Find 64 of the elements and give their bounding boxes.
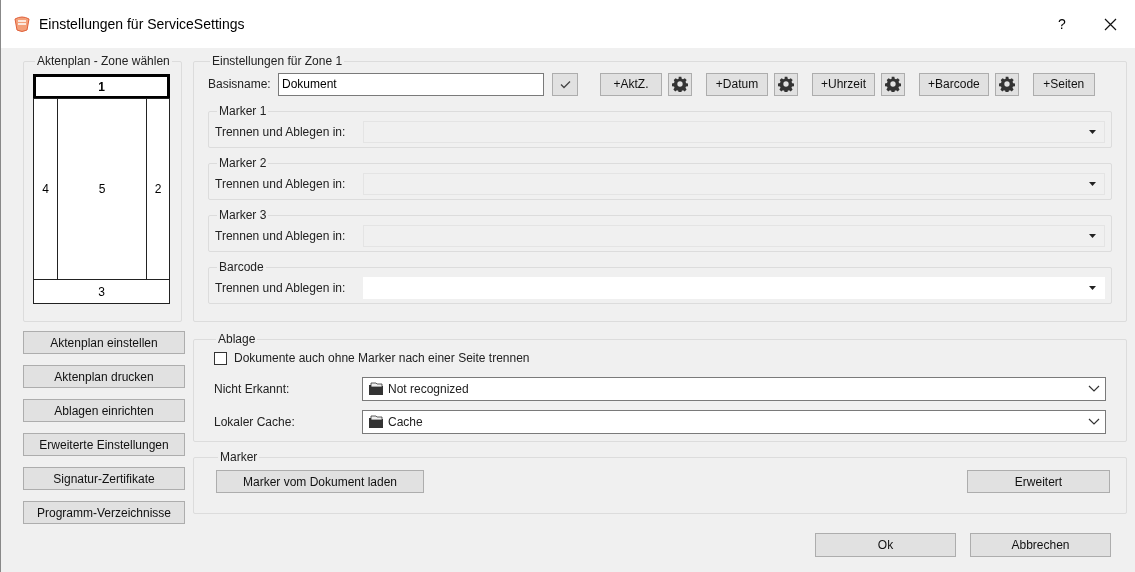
insert-button[interactable]: +Datum bbox=[706, 72, 768, 96]
field-label: Trennen und Ablegen in: bbox=[215, 124, 347, 141]
group-title: Aktenplan - Zone wählen bbox=[36, 53, 171, 70]
zone-cell[interactable]: 4 bbox=[33, 98, 58, 280]
settings-button[interactable] bbox=[774, 72, 798, 96]
group-title: Marker bbox=[219, 449, 259, 466]
caret-down-icon bbox=[1089, 130, 1096, 134]
chevron-down-icon bbox=[1088, 385, 1100, 393]
group-title: Marker 3 bbox=[218, 207, 268, 224]
side-button[interactable]: Ablagen einrichten bbox=[23, 399, 185, 422]
folder-icon bbox=[368, 415, 384, 429]
window-title: Einstellungen für ServiceSettings bbox=[39, 14, 245, 34]
confirm-button[interactable] bbox=[552, 72, 578, 96]
gear-icon bbox=[778, 76, 794, 92]
marker-button[interactable]: Marker vom Dokument laden bbox=[216, 470, 424, 493]
marker-button[interactable]: Erweitert bbox=[967, 470, 1110, 493]
close-icon bbox=[1103, 17, 1117, 31]
caret-down-icon bbox=[1089, 234, 1096, 238]
side-button[interactable]: Programm-Verzeichnisse bbox=[23, 501, 185, 524]
dropdown-value: Cache bbox=[388, 414, 424, 431]
basisname-field[interactable]: Dokument bbox=[278, 72, 544, 96]
zone-cell[interactable]: 2 bbox=[146, 98, 170, 280]
caret-down-icon bbox=[1089, 286, 1096, 290]
checkbox-label: Dokumente auch ohne Marker nach einer Seite trennen bbox=[234, 350, 530, 367]
settings-button[interactable] bbox=[994, 72, 1019, 96]
settings-button[interactable] bbox=[881, 72, 906, 96]
caret-down-icon bbox=[1089, 182, 1096, 186]
gear-icon bbox=[998, 76, 1015, 92]
group-title: Marker 2 bbox=[218, 155, 268, 172]
zone-cell[interactable]: 5 bbox=[57, 98, 147, 280]
side-button[interactable]: Signatur-Zertifikate bbox=[23, 467, 185, 490]
dialog-button[interactable]: Abbrechen bbox=[970, 533, 1111, 557]
insert-button[interactable]: +Barcode bbox=[919, 72, 989, 96]
folder-dropdown[interactable]: Cache bbox=[362, 410, 1106, 434]
gear-icon bbox=[885, 76, 902, 92]
side-button[interactable]: Erweiterte Einstellungen bbox=[23, 433, 185, 456]
side-button[interactable]: Aktenplan einstellen bbox=[23, 331, 185, 354]
check-icon bbox=[559, 79, 571, 89]
gear-icon bbox=[672, 76, 688, 92]
group-title: Barcode bbox=[218, 259, 265, 276]
checkbox[interactable] bbox=[214, 351, 227, 365]
help-button[interactable]: ? bbox=[1047, 13, 1077, 35]
side-button[interactable]: Aktenplan drucken bbox=[23, 365, 185, 388]
dropdown-value: Not recognized bbox=[388, 381, 470, 398]
field-label: Lokaler Cache: bbox=[214, 414, 296, 431]
settings-button[interactable] bbox=[668, 72, 692, 96]
folder-icon bbox=[368, 382, 384, 396]
field-label: Trennen und Ablegen in: bbox=[215, 280, 347, 297]
field-label: Trennen und Ablegen in: bbox=[215, 228, 347, 245]
zone-cell[interactable]: 1 bbox=[33, 74, 170, 99]
group-title: Marker 1 bbox=[218, 103, 268, 120]
insert-button[interactable]: +Uhrzeit bbox=[812, 72, 876, 96]
group-title: Einstellungen für Zone 1 bbox=[211, 53, 344, 70]
field-label: Basisname: bbox=[208, 76, 272, 93]
insert-button[interactable]: +Seiten bbox=[1032, 72, 1095, 96]
field-label: Nicht Erkannt: bbox=[214, 381, 291, 398]
dialog-button[interactable]: Ok bbox=[815, 533, 956, 557]
group-title: Ablage bbox=[217, 331, 257, 348]
chevron-down-icon bbox=[1088, 418, 1100, 426]
field-label: Trennen und Ablegen in: bbox=[215, 176, 347, 193]
app-logo-icon bbox=[13, 15, 31, 33]
folder-dropdown[interactable]: Not recognized bbox=[362, 377, 1106, 401]
zone-cell[interactable]: 3 bbox=[33, 279, 170, 304]
insert-button[interactable]: +AktZ. bbox=[600, 72, 662, 96]
